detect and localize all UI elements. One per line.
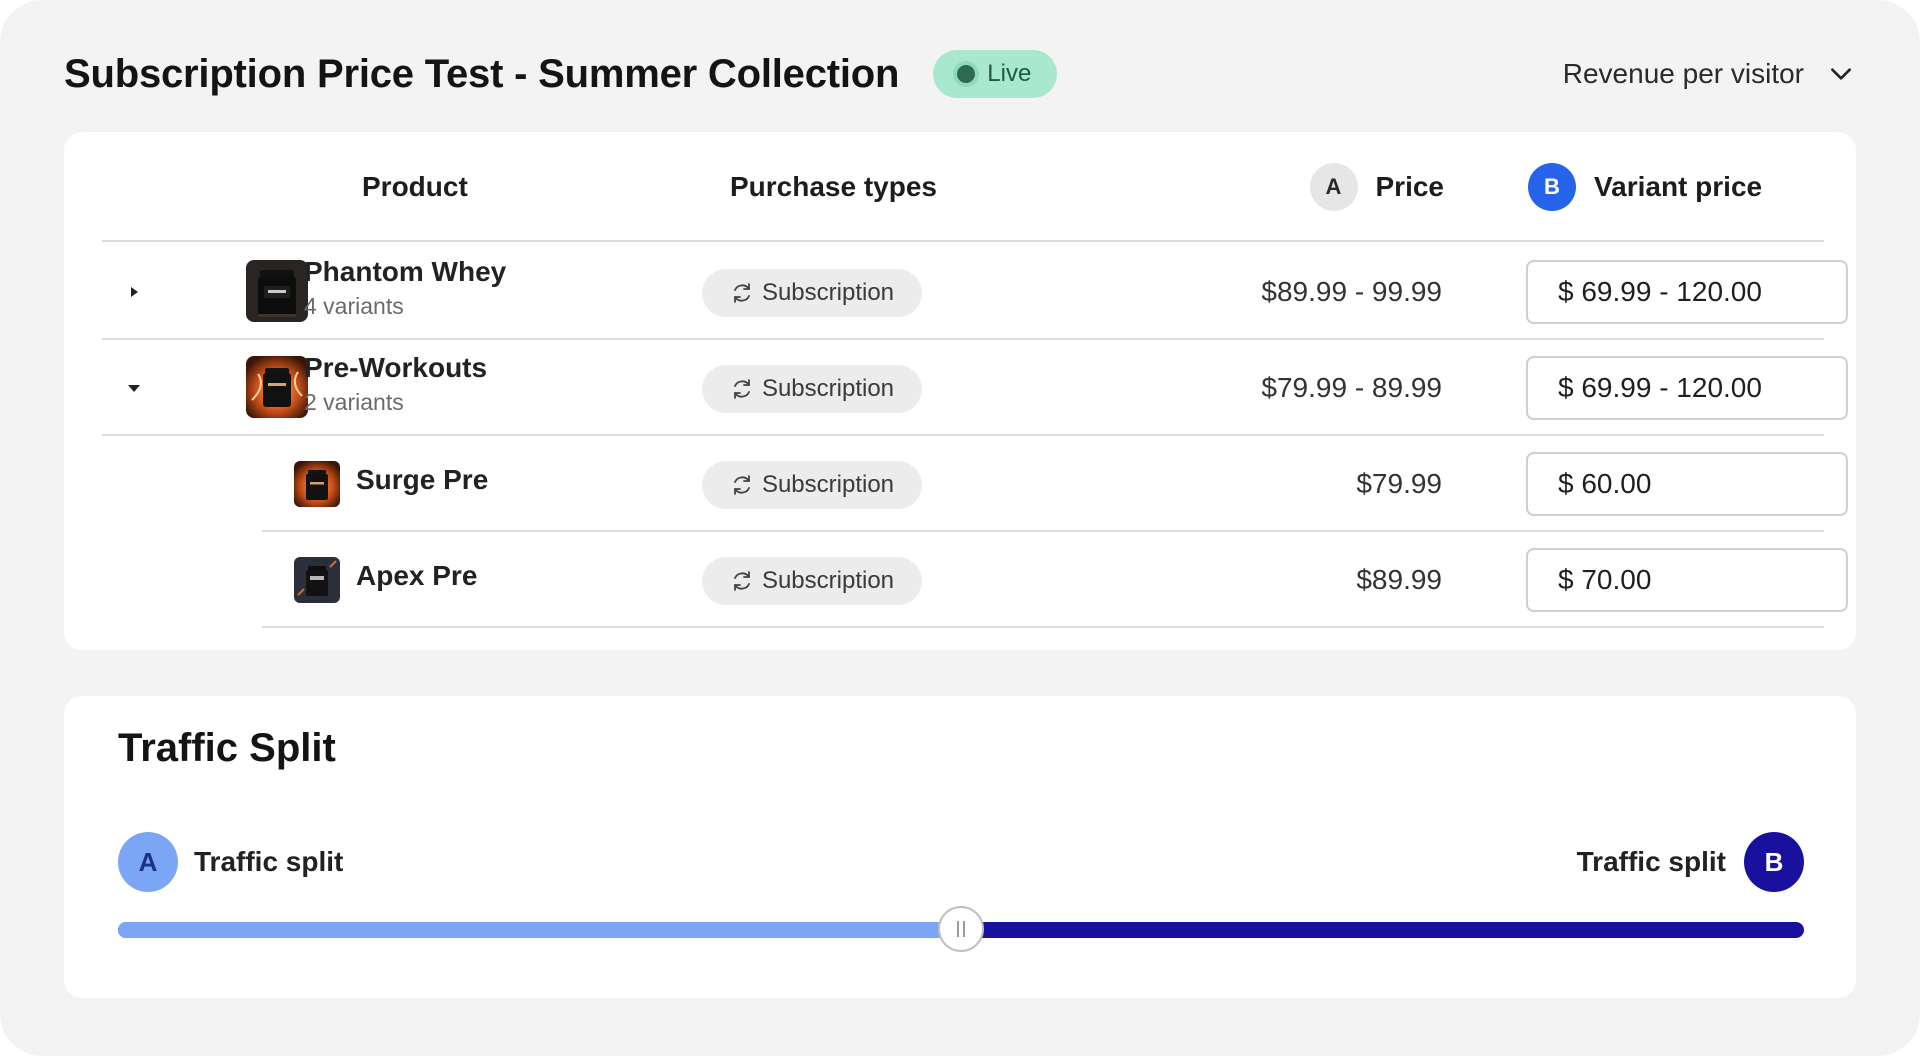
table-header: Product Purchase types A Price B Variant… <box>102 132 1824 242</box>
column-header-price: A Price <box>1309 132 1445 242</box>
whey-tub-icon <box>246 260 308 322</box>
purchase-type-label: Subscription <box>761 471 895 498</box>
price-value: $89.99 - 99.99 <box>1261 276 1442 307</box>
product-name: Surge Pre <box>356 464 489 495</box>
traffic-split-fill-a <box>118 922 961 938</box>
product-name: Pre-Workouts <box>304 352 488 383</box>
product-name: Apex Pre <box>356 560 478 591</box>
table-subrow: Apex Pre Subscription $89.99 <box>262 532 1848 628</box>
table-subrow: Surge Pre Subscription $79.99 <box>262 436 1848 532</box>
apex-tub-icon <box>294 557 340 603</box>
traffic-split-b: Traffic split B <box>1577 832 1804 892</box>
preworkout-tub-icon <box>246 356 308 418</box>
traffic-split-a-label: Traffic split <box>194 846 344 877</box>
traffic-split-title: Traffic Split <box>118 726 336 770</box>
traffic-split-slider[interactable] <box>118 906 1804 952</box>
traffic-split-b-label: Traffic split <box>1576 846 1726 877</box>
variant-b-badge: B <box>1528 163 1576 211</box>
slider-handle[interactable] <box>938 906 984 952</box>
column-header-variant-price: B Variant price <box>1528 132 1762 242</box>
refresh-icon <box>734 475 750 495</box>
column-header-variant-label: Variant price <box>1594 171 1763 202</box>
page-header: Subscription Price Test - Summer Collect… <box>64 48 1854 100</box>
column-header-purchase-types: Purchase types <box>730 171 937 202</box>
variant-price-input[interactable] <box>1526 548 1848 612</box>
metric-dropdown[interactable]: Revenue per visitor <box>1563 58 1854 90</box>
grip-icon <box>957 921 959 937</box>
table-row: Pre-Workouts 2 variants Subscription $79… <box>102 340 1848 436</box>
purchase-type-pill: Subscription <box>702 365 922 413</box>
variant-price-input[interactable] <box>1526 356 1848 420</box>
price-value: $79.99 - 89.99 <box>1261 372 1442 403</box>
app-frame: Subscription Price Test - Summer Collect… <box>0 0 1920 1056</box>
column-header-product: Product <box>362 171 468 202</box>
grip-icon <box>963 921 965 937</box>
variant-a-badge: A <box>1309 163 1358 211</box>
status-label: Live <box>987 60 1032 87</box>
expand-caret-right-icon[interactable] <box>124 282 144 302</box>
purchase-type-pill: Subscription <box>702 269 922 317</box>
table-row: Phantom Whey 4 variants Subscription $89… <box>102 244 1848 340</box>
price-value: $79.99 <box>1356 468 1442 499</box>
metric-dropdown-label: Revenue per visitor <box>1562 58 1804 89</box>
purchase-type-pill: Subscription <box>702 557 922 605</box>
status-badge: Live <box>933 50 1058 98</box>
live-dot-icon <box>957 65 976 83</box>
variant-price-input[interactable] <box>1526 452 1848 516</box>
products-card: Product Purchase types A Price B Variant… <box>64 132 1856 650</box>
product-variant-count: 2 variants <box>304 389 404 415</box>
purchase-type-label: Subscription <box>761 567 895 594</box>
purchase-type-label: Subscription <box>761 279 895 306</box>
product-name: Phantom Whey <box>304 256 507 287</box>
surge-tub-icon <box>294 461 340 507</box>
column-header-price-label: Price <box>1375 171 1445 202</box>
variant-a-avatar: A <box>118 832 178 892</box>
variant-price-input[interactable] <box>1526 260 1848 324</box>
refresh-icon <box>734 283 750 303</box>
traffic-split-card: Traffic Split A Traffic split Traffic sp… <box>64 696 1856 998</box>
variant-b-avatar: B <box>1744 832 1804 892</box>
product-variant-count: 4 variants <box>304 293 404 319</box>
refresh-icon <box>734 571 750 591</box>
expand-caret-down-icon[interactable] <box>124 378 144 398</box>
chevron-down-icon <box>1831 68 1851 80</box>
purchase-type-pill: Subscription <box>702 461 922 509</box>
traffic-split-a: A Traffic split <box>118 832 343 892</box>
page-title: Subscription Price Test - Summer Collect… <box>64 51 900 96</box>
purchase-type-label: Subscription <box>761 375 895 402</box>
refresh-icon <box>734 379 750 399</box>
price-value: $89.99 <box>1356 564 1442 595</box>
